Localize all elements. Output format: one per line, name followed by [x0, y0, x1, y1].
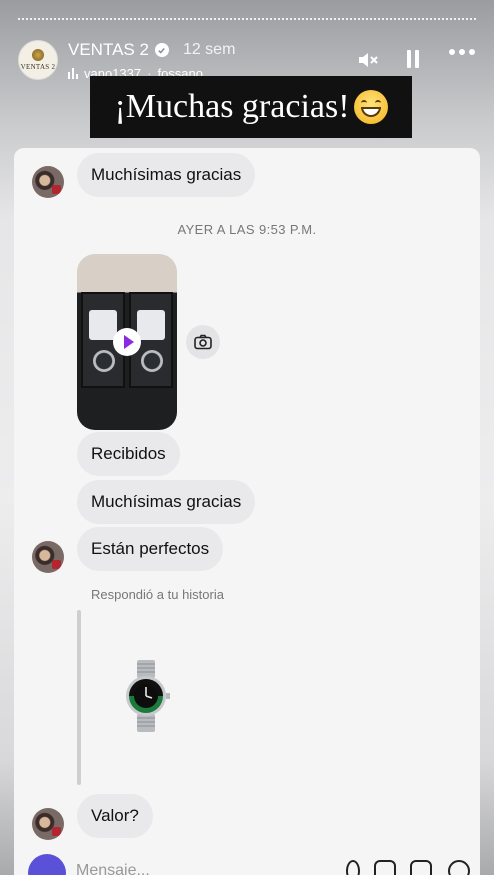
sticker-icon[interactable] [410, 860, 432, 875]
story-viewer: VENTAS 2 VENTAS 2 12 sem vano1337 · foss… [0, 0, 494, 875]
watch-image [93, 350, 115, 372]
message-text: Están perfectos [91, 539, 210, 558]
logo-text: VENTAS 2 [20, 63, 56, 71]
message-bubble: Valor? [77, 794, 153, 838]
message-text: Valor? [91, 806, 139, 825]
verified-icon [154, 43, 169, 57]
grinning-face-emoji-icon [353, 90, 388, 124]
avatar[interactable] [32, 166, 64, 198]
microphone-icon[interactable] [346, 860, 360, 875]
crest-icon [32, 49, 44, 61]
avatar[interactable] [32, 541, 64, 573]
gallery-icon[interactable] [374, 860, 396, 875]
message-input[interactable]: Mensaje... [76, 862, 150, 875]
story-caption: ¡Muchas gracias! [90, 76, 412, 138]
speaker-muted-icon[interactable] [356, 48, 380, 72]
pause-icon[interactable] [405, 48, 421, 70]
avatar[interactable] [32, 808, 64, 840]
message-text: Muchísimas gracias [91, 165, 242, 184]
camera-button[interactable] [28, 854, 66, 875]
message-bubble: Muchísimas gracias [77, 153, 256, 197]
account-avatar[interactable]: VENTAS 2 [18, 40, 58, 80]
message-text: Recibidos [91, 444, 166, 463]
message-bubble: Están perfectos [77, 527, 224, 571]
message-bubble: Muchísimas gracias [77, 480, 256, 524]
story-reply-label: Respondió a tu historia [91, 587, 224, 602]
account-name[interactable]: VENTAS 2 [68, 40, 149, 60]
chat-screenshot: Muchísimas gracias AYER A LAS 9:53 P.M. … [14, 148, 480, 875]
message-bubble: Recibidos [77, 432, 180, 476]
video-thumbnail[interactable] [77, 254, 177, 430]
watch-image [141, 350, 163, 372]
add-icon[interactable] [448, 860, 470, 875]
message-text: Muchísimas gracias [91, 492, 242, 511]
reply-quote-bar [77, 610, 81, 785]
play-icon[interactable] [113, 328, 141, 356]
watch-image[interactable] [122, 660, 170, 732]
timestamp: AYER A LAS 9:53 P.M. [177, 222, 317, 237]
message-composer: Mensaje... [14, 850, 480, 875]
story-progress-bar [18, 18, 476, 21]
caption-text: ¡Muchas gracias! [114, 88, 350, 125]
posted-time: 12 sem [182, 41, 236, 58]
audio-bars-icon [68, 68, 78, 79]
camera-icon[interactable] [186, 325, 220, 359]
account-name-row[interactable]: VENTAS 2 12 sem [68, 40, 235, 60]
more-icon[interactable] [448, 48, 476, 56]
